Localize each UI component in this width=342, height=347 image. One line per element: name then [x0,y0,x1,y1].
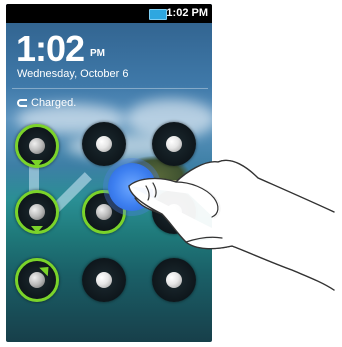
finger-hand-icon [128,159,335,291]
